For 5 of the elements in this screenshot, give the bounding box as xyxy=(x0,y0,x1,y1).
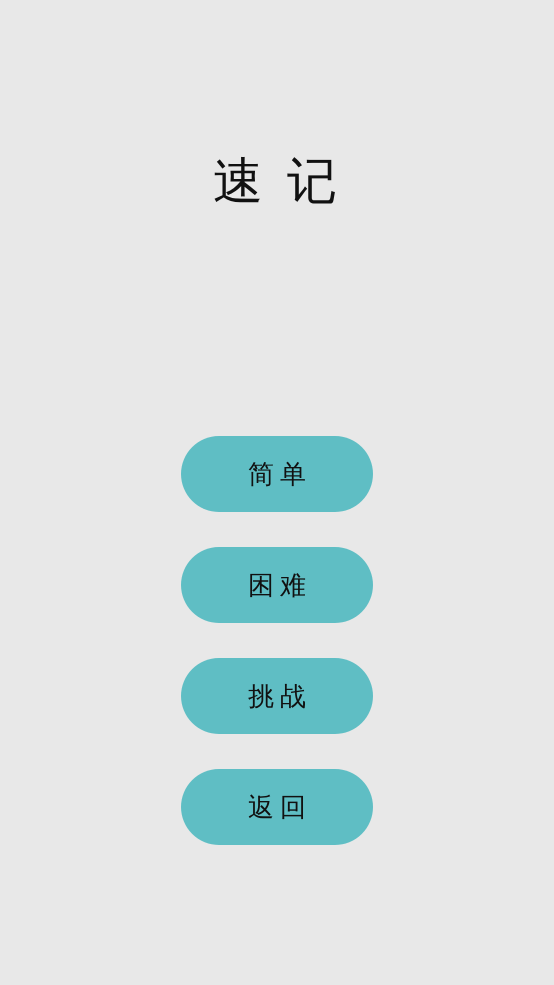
menu-button[interactable]: 挑战 xyxy=(181,658,373,734)
menu-button[interactable]: 简单 xyxy=(181,436,373,512)
menu-button[interactable]: 困难 xyxy=(181,547,373,623)
app-title: 速 记 xyxy=(213,151,341,212)
menu-button[interactable]: 返回 xyxy=(181,769,373,845)
